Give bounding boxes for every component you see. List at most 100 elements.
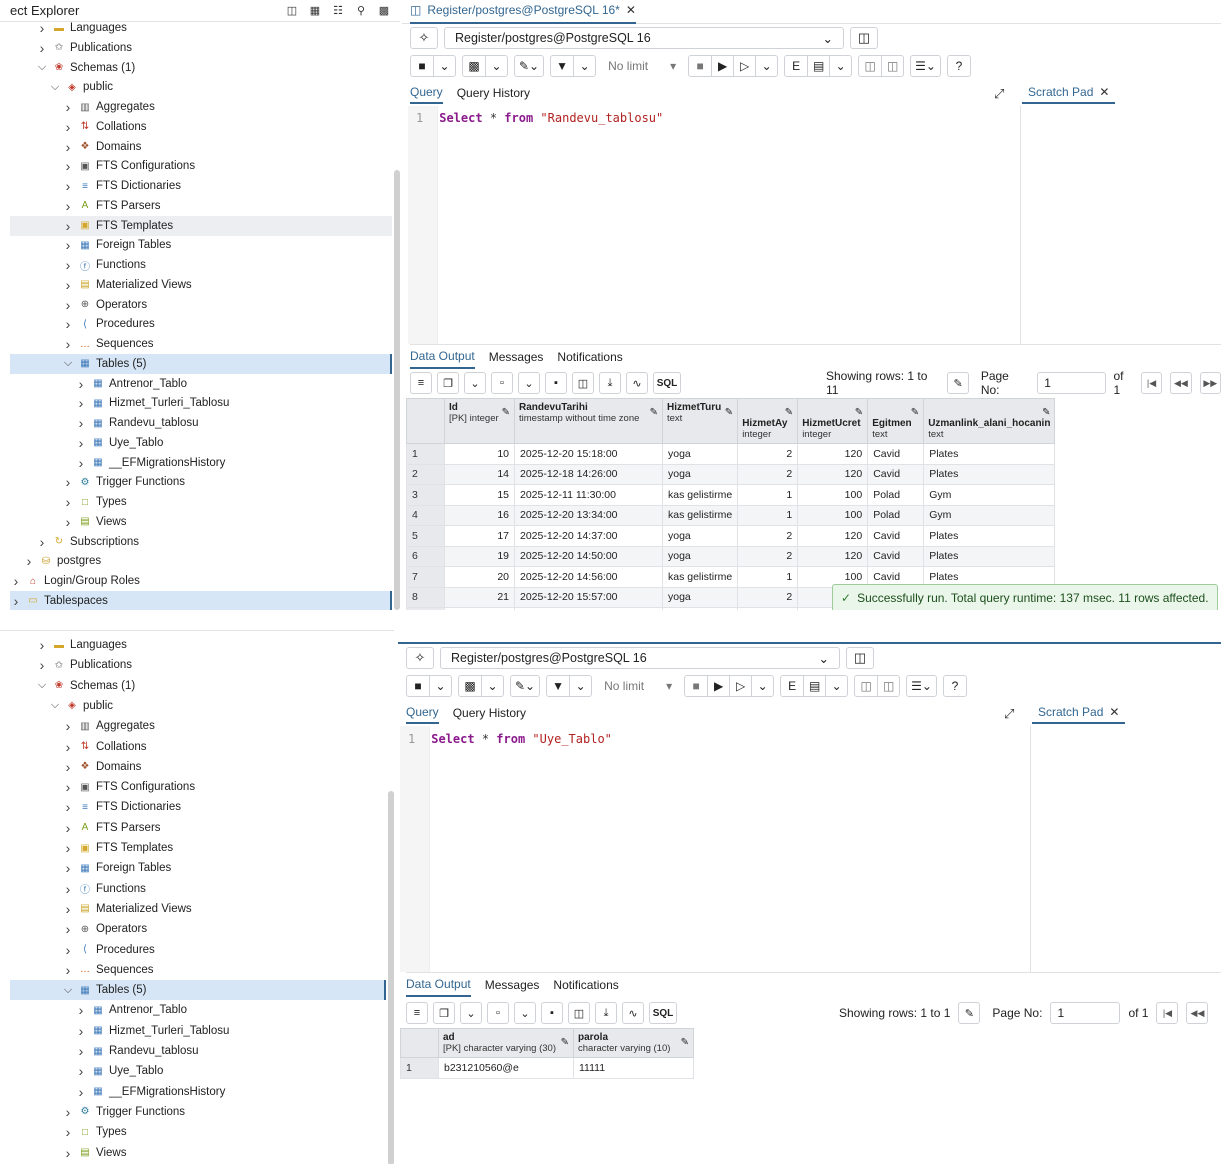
tree-item[interactable]: › ▦ Randevu_tablosu xyxy=(10,413,392,433)
corner-cell[interactable] xyxy=(400,1028,439,1058)
table-cell[interactable]: kas gelistirme xyxy=(661,607,739,610)
add-row-icon[interactable]: ≡ xyxy=(406,1002,428,1024)
table-cell[interactable]: Cavid xyxy=(867,525,925,547)
column-header[interactable]: ✎ Egitmen text xyxy=(867,398,925,444)
chevron-down-icon[interactable]: ⌄ xyxy=(429,676,451,696)
chevron-right-icon[interactable]: › xyxy=(62,237,74,253)
connection-select[interactable]: Register/postgres@PostgreSQL 16 ⌄ xyxy=(440,647,840,669)
tree-item[interactable]: › ❖ Domains xyxy=(10,137,392,157)
chevron-down-icon[interactable]: ⌄ xyxy=(481,676,503,696)
chevron-down-icon[interactable]: ⌄ xyxy=(829,56,851,76)
table-cell[interactable]: 2 xyxy=(737,525,799,547)
column-header[interactable]: ✎ HizmetTuru text xyxy=(661,398,739,444)
chevron-right-icon[interactable]: › xyxy=(23,553,35,569)
chevron-right-icon[interactable]: › xyxy=(62,942,74,958)
chevron-right-icon[interactable]: › xyxy=(62,901,74,917)
tree-item[interactable]: › ▥ Aggregates xyxy=(10,716,386,736)
limit-select[interactable]: No limit ▾ xyxy=(602,56,682,76)
chevron-right-icon[interactable]: › xyxy=(62,759,74,775)
chevron-right-icon[interactable]: › xyxy=(62,218,74,234)
edit-icon[interactable]: ✎ xyxy=(561,1037,569,1048)
chevron-right-icon[interactable]: › xyxy=(62,921,74,937)
tree-item[interactable]: › ▤ Materialized Views xyxy=(10,275,392,295)
table-cell[interactable]: Cavid xyxy=(867,545,925,567)
tree-item[interactable]: › ▦ Foreign Tables xyxy=(10,235,392,255)
tree-item[interactable]: › ▣ FTS Configurations xyxy=(10,777,386,797)
chevron-right-icon[interactable]: › xyxy=(62,860,74,876)
chevron-down-icon[interactable]: ⌄ xyxy=(464,372,486,394)
copy-icon[interactable]: ❐ xyxy=(433,1002,455,1024)
search-icon[interactable]: ⚲ xyxy=(351,2,371,20)
table-cell[interactable]: 1 xyxy=(737,484,799,506)
tab-notifications[interactable]: Notifications xyxy=(553,978,618,992)
chevron-right-icon[interactable]: › xyxy=(75,415,87,431)
tree-item[interactable]: › ⚙ Trigger Functions xyxy=(10,1102,386,1122)
table-cell[interactable]: kas gelistirme xyxy=(661,484,739,506)
table-cell[interactable]: 2025-12-20 15:18:00 xyxy=(514,443,663,465)
column-header[interactable]: ✎ HizmetUcret integer xyxy=(797,398,869,444)
table-cell[interactable]: 120 xyxy=(797,443,869,465)
execute-script-icon[interactable]: ▷ xyxy=(733,56,755,76)
chevron-down-icon[interactable]: ⌵ xyxy=(36,679,48,692)
tree-item[interactable]: › ▣ FTS Templates xyxy=(10,215,392,236)
scratch-pad-tab[interactable]: Scratch Pad ✕ xyxy=(1022,82,1116,104)
explain-icon[interactable]: E xyxy=(781,676,803,696)
paste-icon[interactable]: ▫ xyxy=(491,372,513,394)
table-cell[interactable]: 2025-12-11 11:30:00 xyxy=(514,484,663,506)
rollback-icon[interactable]: ◫ xyxy=(877,676,899,696)
tree-item[interactable]: ⌵ ▦ Tables (5) xyxy=(10,353,392,374)
chevron-right-icon[interactable]: › xyxy=(62,474,74,490)
table-cell[interactable]: 1 xyxy=(737,504,799,526)
tree-item[interactable]: ⌵ ◈ public xyxy=(10,77,392,97)
chevron-right-icon[interactable]: › xyxy=(75,395,87,411)
edit-icon[interactable]: ✎ xyxy=(911,407,919,418)
tree-item[interactable]: › ▦ Antrenor_Tablo xyxy=(10,1000,386,1020)
stop-icon[interactable]: ■ xyxy=(685,676,707,696)
close-icon[interactable]: ✕ xyxy=(1099,85,1109,99)
connection-status-icon[interactable]: ✧ xyxy=(410,27,438,49)
open-file-icon[interactable]: ■ xyxy=(407,676,429,696)
chevron-right-icon[interactable]: › xyxy=(62,739,74,755)
execute-icon[interactable]: ▶ xyxy=(711,56,733,76)
tree-item[interactable]: › ⟨ Procedures xyxy=(10,940,386,960)
tab-query-history[interactable]: Query History xyxy=(453,702,526,724)
add-row-icon[interactable]: ≡ xyxy=(410,372,432,394)
table-cell[interactable]: yoga xyxy=(661,463,739,485)
table-row[interactable]: 6 19 2025-12-20 14:50:00 yoga 2 120 Cavid Plate… xyxy=(406,545,1056,567)
chevron-right-icon[interactable]: › xyxy=(75,1043,87,1059)
explorer-scrollbar[interactable] xyxy=(394,170,400,610)
chevron-right-icon[interactable]: › xyxy=(62,1104,74,1120)
row-number[interactable]: 2 xyxy=(406,463,445,485)
table-cell[interactable]: yoga xyxy=(661,443,739,465)
chevron-right-icon[interactable]: › xyxy=(36,40,48,56)
filter-icon[interactable]: ☷ xyxy=(328,2,348,20)
chevron-down-icon[interactable]: ⌄ xyxy=(518,372,540,394)
chevron-right-icon[interactable]: › xyxy=(62,881,74,897)
sql-editor[interactable]: 1 Select * from "Randevu_tablosu" xyxy=(408,111,1018,125)
tree-item[interactable]: › ⇅ Collations xyxy=(10,737,386,757)
table-row[interactable]: 1 b231210560@e 11111 xyxy=(400,1057,694,1079)
tab-messages[interactable]: Messages xyxy=(485,978,540,992)
download-icon[interactable]: ⤓ xyxy=(599,372,621,394)
chevron-right-icon[interactable]: › xyxy=(62,99,74,115)
tree-item[interactable]: ⌵ ❀ Schemas (1) xyxy=(10,58,392,78)
explain-analyze-icon[interactable]: ▤ xyxy=(807,56,829,76)
tree-item[interactable]: › ≡ FTS Dictionaries xyxy=(10,797,386,817)
tab-notifications[interactable]: Notifications xyxy=(557,350,622,364)
table-cell[interactable]: Plates xyxy=(923,443,1056,465)
expand-icon[interactable]: ⤢ xyxy=(1004,706,1014,722)
table-cell[interactable]: 100 xyxy=(797,484,869,506)
chevron-right-icon[interactable]: › xyxy=(62,297,74,313)
chevron-down-icon[interactable]: ⌄ xyxy=(825,676,847,696)
tree-item[interactable]: › ⌂ Login/Group Roles xyxy=(10,571,392,591)
chevron-right-icon[interactable]: › xyxy=(75,1063,87,1079)
edit-icon[interactable]: ✎ xyxy=(725,407,733,418)
tree-item[interactable]: › □ Types xyxy=(10,1122,386,1142)
prev-page-icon[interactable]: ◀◀ xyxy=(1186,1002,1209,1024)
scratch-pad-area[interactable] xyxy=(1030,726,1221,972)
table-cell[interactable]: yoga xyxy=(661,586,739,608)
column-header[interactable]: ✎ Uzmanlink_alani_hocanin text xyxy=(923,398,1056,444)
tree-item[interactable]: › ⓕ Functions xyxy=(10,255,392,275)
chevron-right-icon[interactable]: › xyxy=(62,1145,74,1161)
chevron-down-icon[interactable]: ⌄ xyxy=(514,1002,536,1024)
